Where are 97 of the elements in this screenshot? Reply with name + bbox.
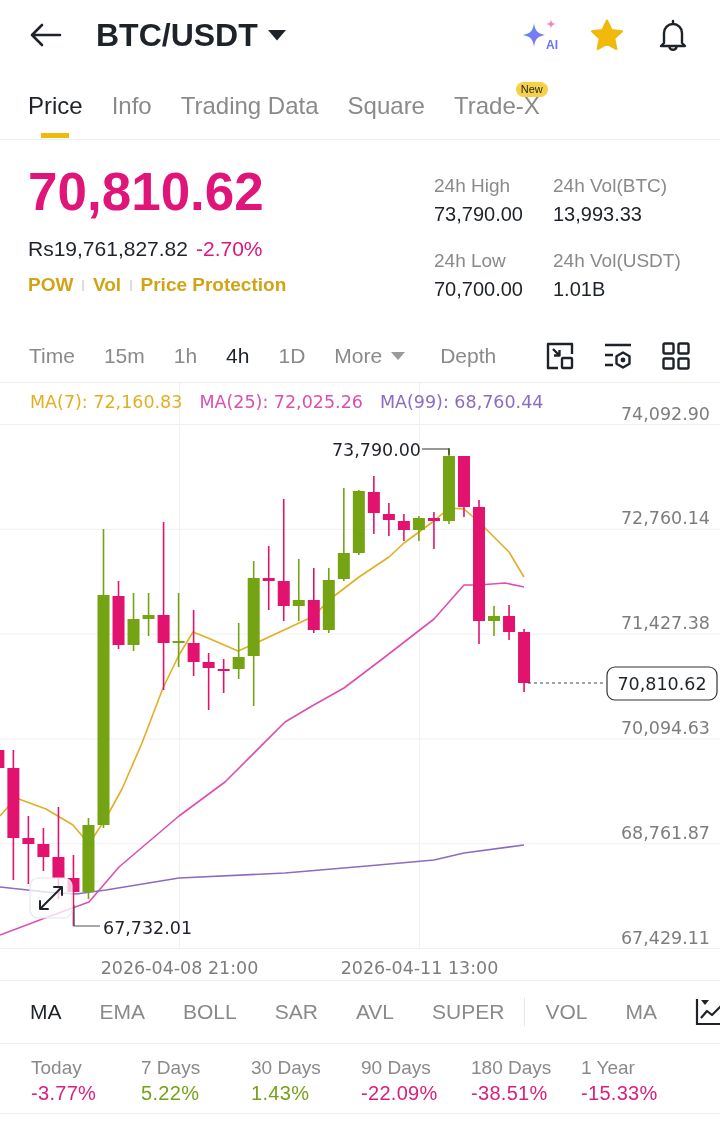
period-label: 90 Days xyxy=(361,1056,432,1080)
expand-arrows-icon[interactable] xyxy=(29,877,73,919)
new-badge: New xyxy=(515,82,548,97)
stat-label: 24h Vol(BTC) xyxy=(553,174,669,198)
stat-value: 70,700.00 xyxy=(434,277,524,302)
candle xyxy=(262,545,275,611)
period-label: 1 Year xyxy=(581,1056,636,1080)
candle xyxy=(22,815,35,885)
candle xyxy=(427,511,440,550)
back-arrow-icon[interactable] xyxy=(30,23,62,47)
period-change: 1.43% xyxy=(251,1081,311,1106)
interval-tab[interactable]: Time xyxy=(29,344,75,368)
y-axis-label: 70,094.63 xyxy=(620,717,710,738)
chart-resize-icon[interactable] xyxy=(546,342,574,370)
indicator-tab[interactable]: SAR xyxy=(274,1000,318,1024)
interval-tab[interactable]: 1D xyxy=(278,344,306,368)
candle xyxy=(232,622,245,680)
candle xyxy=(412,515,425,542)
interval-tab[interactable]: 15m xyxy=(103,344,145,368)
candle xyxy=(352,489,365,556)
indicator-tab[interactable]: BOLL xyxy=(183,1000,237,1024)
candle xyxy=(397,513,410,542)
candle xyxy=(503,604,516,641)
current-price-tag: 70,810.62 xyxy=(606,666,718,701)
candle xyxy=(127,592,140,652)
last-price: 70,810.62 xyxy=(28,165,265,219)
stat-label: 24h Vol(USDT) xyxy=(553,249,682,273)
high-price-leader xyxy=(421,448,450,456)
caret-icon xyxy=(267,29,286,41)
tag-label[interactable]: POW xyxy=(28,272,74,298)
ma-legend-label: MA(99): 68,760.44 xyxy=(379,392,544,412)
candle xyxy=(382,502,395,537)
x-axis-label: 2026-04-08 21:00 xyxy=(100,958,259,978)
y-axis-label: 71,427.38 xyxy=(620,613,710,634)
tab[interactable]: Info xyxy=(111,70,152,139)
high-price-label: 73,790.00 xyxy=(331,440,421,460)
low-price-label: 67,732.01 xyxy=(103,918,193,938)
period-label: 30 Days xyxy=(251,1056,322,1080)
stat-value: 73,790.00 xyxy=(434,202,524,227)
tab[interactable]: Square xyxy=(347,70,425,139)
indicator-tab[interactable]: MA xyxy=(625,1000,657,1024)
ma-legend-label: MA(25): 72,025.26 xyxy=(199,392,363,412)
x-axis-label: 2026-04-11 13:00 xyxy=(340,958,499,978)
stat-value: 13,993.33 xyxy=(553,202,643,227)
stat-label: 24h Low xyxy=(434,249,507,273)
interval-tab[interactable]: 1h xyxy=(173,344,198,368)
period-change: 5.22% xyxy=(141,1081,201,1106)
grid-layout-icon[interactable] xyxy=(662,342,690,370)
indicator-tab[interactable]: SUPER xyxy=(432,1000,505,1024)
candle xyxy=(458,455,470,518)
candle xyxy=(292,558,305,622)
indicator-tab[interactable]: MA xyxy=(30,1000,62,1024)
pair-selector[interactable]: BTC/USDT xyxy=(96,16,286,54)
candle xyxy=(37,827,50,872)
ai-button[interactable]: AI xyxy=(522,19,558,51)
ma-legend-label: MA(7): 72,160.83 xyxy=(30,392,183,412)
star-icon[interactable] xyxy=(590,19,624,51)
low-price-leader xyxy=(73,904,101,927)
y-axis-label: 74,092.90 xyxy=(620,403,710,424)
chart-settings-icon[interactable] xyxy=(604,342,632,370)
y-axis-label: 72,760.14 xyxy=(620,508,710,529)
candle xyxy=(202,652,215,711)
candle xyxy=(518,628,531,693)
period-change: -15.33% xyxy=(581,1081,659,1106)
candle xyxy=(187,609,200,677)
indicator-tab[interactable]: VOL xyxy=(545,1000,588,1024)
indicator-tab[interactable]: AVL xyxy=(355,1000,395,1024)
candle xyxy=(307,567,320,634)
tab[interactable]: Trading Data xyxy=(180,70,319,139)
tag-label[interactable]: Vol xyxy=(92,272,122,298)
caret-icon xyxy=(391,352,406,360)
more-dropdown[interactable]: More xyxy=(334,344,406,368)
stat-label: 24h High xyxy=(434,174,512,198)
depth-tab[interactable]: Depth xyxy=(440,344,497,368)
candle xyxy=(488,605,500,637)
candle xyxy=(0,750,5,768)
period-label: 180 Days xyxy=(471,1056,553,1080)
period-label: Today xyxy=(31,1056,83,1080)
stat-value: 1.01B xyxy=(553,277,607,302)
period-change: -22.09% xyxy=(361,1081,439,1106)
period-change: -3.77% xyxy=(31,1081,98,1106)
line-chart-icon[interactable] xyxy=(694,998,720,1026)
tag-label[interactable]: Price Protection xyxy=(140,272,287,298)
fiat-price: Rs19,761,827.82 xyxy=(28,236,188,262)
candle xyxy=(322,567,335,634)
indicator-tab[interactable]: EMA xyxy=(99,1000,145,1024)
candle xyxy=(217,658,230,694)
tab[interactable]: Price xyxy=(28,70,83,139)
price-change: -2.70% xyxy=(195,236,263,262)
candle xyxy=(112,580,125,650)
interval-tab[interactable]: 4h xyxy=(226,344,250,368)
candle xyxy=(142,592,155,637)
y-axis-label: 67,429.11 xyxy=(620,927,710,948)
candle xyxy=(367,475,380,535)
period-label: 7 Days xyxy=(141,1056,202,1080)
y-axis-label: 68,761.87 xyxy=(620,822,710,843)
period-change: -38.51% xyxy=(471,1081,549,1106)
